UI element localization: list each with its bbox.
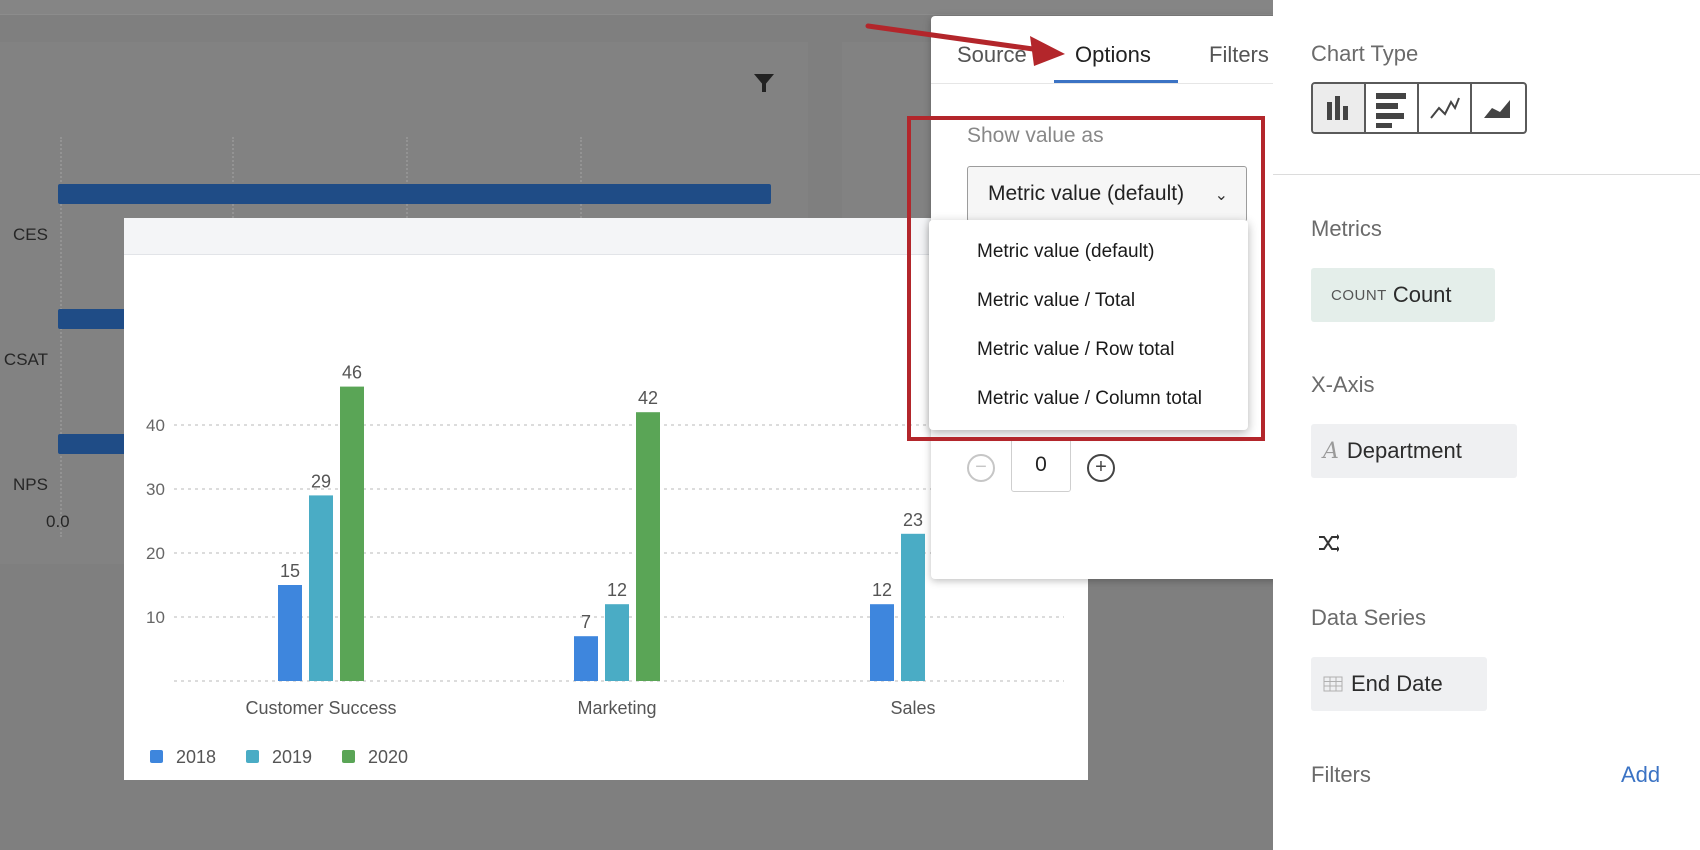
filter-funnel-icon-stem [762,82,766,92]
tabs-divider [931,83,1301,84]
metric-name: Count [1392,282,1452,307]
data-label: 42 [638,388,658,408]
background-bar-nps [58,434,128,454]
area-chart-button[interactable] [1472,84,1525,132]
chart-settings-sidebar: Chart Type Metrics COUNT Count X-Axis A … [1273,0,1700,850]
bar-chart-icon [1327,96,1348,120]
line-chart-icon [1430,97,1460,119]
legend-label: 2018 [176,747,216,767]
bar-2020 [340,386,364,681]
background-x-tick: 0.0 [46,512,70,531]
background-top-bar [0,0,1275,15]
legend-swatch [342,750,355,763]
data-series-pill[interactable]: End Date [1311,657,1487,711]
x-category-label: Marketing [577,698,656,718]
increment-button[interactable]: + [1087,454,1115,482]
background-row-label: CES [13,225,48,244]
tab-filters[interactable]: Filters [1209,42,1269,68]
swap-axes-icon[interactable] [1317,532,1339,554]
decrement-button[interactable]: − [967,454,995,482]
xaxis-pill[interactable]: A Department [1311,424,1517,478]
chart-type-selector [1311,82,1527,134]
xaxis-label: X-Axis [1311,372,1375,397]
data-series-field: End Date [1351,671,1443,696]
data-label: 15 [280,561,300,581]
annotation-arrow [865,23,1065,66]
background-row-label: NPS [13,475,48,494]
legend-label: 2019 [272,747,312,767]
xaxis-field: Department [1346,438,1462,463]
bar-2020 [636,412,660,681]
data-series-label: Data Series [1311,605,1426,630]
background-bar-csat [58,309,128,329]
bar-2019 [901,533,925,681]
background-row-label: CSAT [3,350,48,369]
metric-pill[interactable]: COUNT Count [1311,268,1495,322]
text-field-icon: A [1323,438,1339,464]
data-label: 29 [311,471,331,491]
data-label: 23 [903,510,923,530]
bar-2019 [605,604,629,681]
data-label: 12 [872,580,892,600]
data-label: 12 [607,580,627,600]
tab-options[interactable]: Options [1075,42,1151,68]
area-chart-icon [1484,100,1511,118]
y-tick-label: 20 [146,544,165,563]
metric-aggregation: COUNT [1331,286,1387,304]
bar-2018 [870,604,894,681]
bar-2018 [574,636,598,681]
bar-2018 [278,585,302,681]
add-filter-link[interactable]: Add [1621,762,1660,788]
decimal-places-input[interactable]: 0 [1011,438,1071,492]
y-tick-label: 40 [146,416,165,435]
bar-2019 [309,495,333,681]
background-bar-ces [58,184,771,204]
legend-swatch [246,750,259,763]
filters-label: Filters [1311,762,1371,787]
horizontal-bar-button[interactable] [1366,84,1420,132]
chart-type-label: Chart Type [1311,41,1419,66]
data-label: 46 [342,363,362,383]
sidebar-divider [1273,174,1700,175]
x-category-label: Sales [890,698,935,718]
x-category-label: Customer Success [245,698,396,718]
horizontal-bar-icon [1376,93,1407,128]
bar-chart-button[interactable] [1313,84,1367,132]
legend-swatch [150,750,163,763]
y-tick-label: 30 [146,480,165,499]
data-label: 7 [581,612,591,632]
metrics-label: Metrics [1311,216,1382,241]
calendar-table-icon [1323,676,1343,692]
highlight-box [907,116,1265,441]
legend-label: 2020 [368,747,408,767]
line-chart-button[interactable] [1419,84,1473,132]
y-tick-label: 10 [146,608,165,627]
